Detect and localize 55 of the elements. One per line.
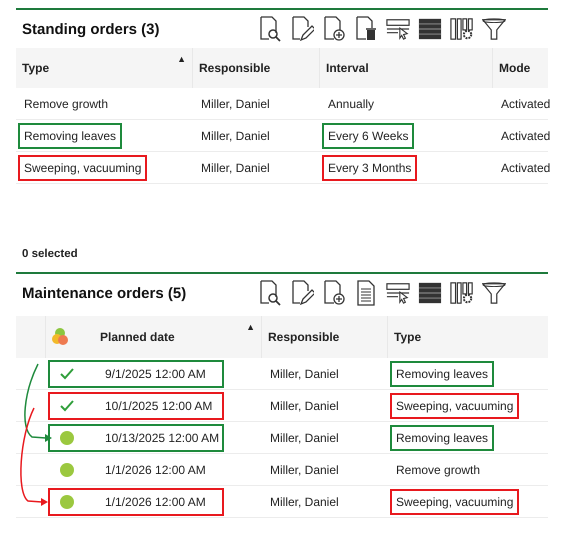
rows-icon[interactable] [418, 280, 442, 306]
table-cell: 10/13/2025 12:00 AM [105, 430, 220, 444]
selection-count: 0 selected [22, 248, 79, 260]
document-edit-icon[interactable] [290, 280, 314, 306]
table-cell: Sweeping, vacuuming [18, 154, 148, 180]
table-cell: 1/1/2026 12:00 AM [105, 462, 206, 476]
sort-indicator[interactable]: ▲ [177, 54, 186, 64]
rows-icon[interactable] [418, 16, 442, 42]
column-header[interactable]: Mode [499, 61, 530, 75]
table-cell: Sweeping, vacuuming [390, 392, 520, 418]
column-settings-icon[interactable] [450, 16, 474, 42]
document-add-icon[interactable] [322, 280, 346, 306]
table-cell: Removing leaves [390, 424, 494, 450]
table-cell: Sweeping, vacuuming [390, 488, 520, 514]
table-cell: Every 6 Weeks [322, 122, 414, 148]
column-header[interactable]: Responsible [268, 330, 340, 344]
section-title: Maintenance orders (5) [22, 284, 188, 302]
table-cell: 1/1/2026 12:00 AM [105, 494, 206, 508]
table-cell-text: Activated [500, 96, 552, 112]
document-delete-icon[interactable] [354, 16, 378, 42]
table-cell-text: Miller, Daniel [269, 430, 340, 446]
table-cell-text: Miller, Daniel [269, 494, 340, 510]
table-cell-text: Annually [327, 96, 376, 112]
row-select-icon[interactable] [386, 16, 410, 42]
document-edit-icon[interactable] [290, 16, 314, 42]
table-cell: Every 3 Months [322, 154, 418, 180]
table-cell-text: Activated [500, 128, 552, 144]
table-cell-text: Miller, Daniel [200, 160, 271, 176]
table-cell-text: Remove growth [23, 96, 110, 112]
filter-icon[interactable] [482, 16, 506, 42]
row-select-icon[interactable] [386, 280, 410, 306]
table-cell: Removing leaves [18, 122, 122, 148]
table-cell-text: Miller, Daniel [200, 128, 271, 144]
table-cell-text: Miller, Daniel [269, 462, 340, 478]
document-search-icon[interactable] [258, 280, 282, 306]
column-settings-icon[interactable] [450, 280, 474, 306]
document-search-icon[interactable] [258, 16, 282, 42]
column-header[interactable]: Interval [326, 61, 369, 75]
table-cell: 10/1/2025 12:00 AM [105, 398, 212, 412]
column-header[interactable]: Type [22, 61, 50, 75]
table-cell-text: Remove growth [395, 462, 482, 478]
status-legend-icon [50, 327, 70, 347]
column-header[interactable]: Responsible [199, 61, 270, 75]
table-cell-text: Miller, Daniel [269, 398, 340, 414]
document-add-icon[interactable] [322, 16, 346, 42]
section-title: Standing orders (3) [22, 20, 161, 38]
table-cell: Removing leaves [390, 360, 494, 386]
filter-icon[interactable] [482, 280, 506, 306]
table-cell: 9/1/2025 12:00 AM [105, 366, 206, 380]
table-cell-text: Miller, Daniel [200, 96, 271, 112]
table-cell-text: Miller, Daniel [269, 366, 340, 382]
column-header[interactable]: Type [394, 330, 422, 344]
table-cell-text: Activated [500, 160, 552, 176]
sort-indicator[interactable]: ▲ [246, 322, 255, 332]
column-header[interactable]: Planned date [100, 330, 175, 344]
